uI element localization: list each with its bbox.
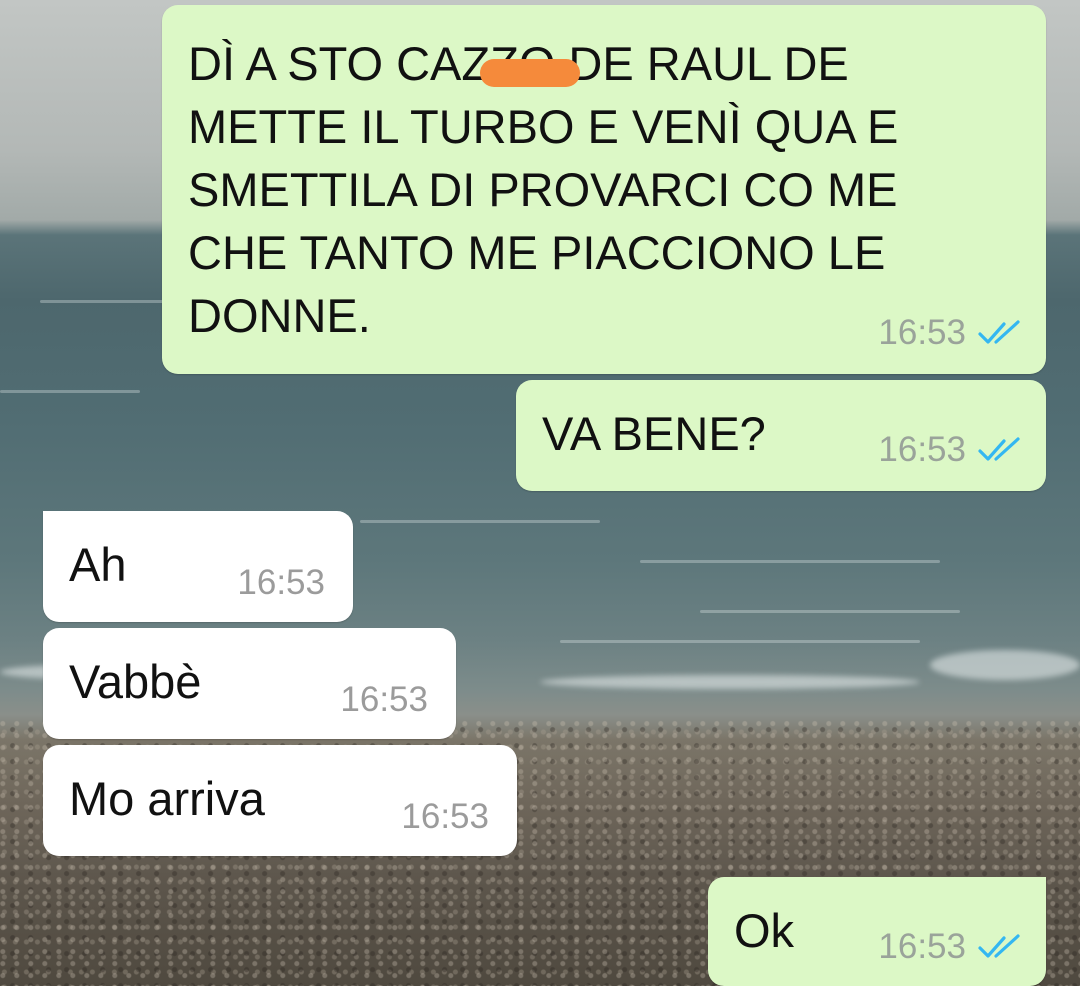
message-time: 16:53 bbox=[878, 313, 966, 352]
double-check-read-icon bbox=[978, 320, 1020, 344]
double-check-read-icon bbox=[978, 934, 1020, 958]
outgoing-message-bubble[interactable]: VA BENE? 16:53 bbox=[516, 380, 1046, 491]
redaction-mark bbox=[480, 59, 580, 87]
message-text: Ok bbox=[734, 904, 795, 957]
message-text: VA BENE? bbox=[542, 407, 766, 460]
incoming-message-bubble[interactable]: Vabbè 16:53 bbox=[43, 628, 456, 739]
double-check-read-icon bbox=[978, 437, 1020, 461]
message-time: 16:53 bbox=[401, 797, 489, 836]
message-text: DÌ A STO CAZZO DE RAUL DE METTE IL TURBO… bbox=[188, 37, 899, 342]
incoming-message-bubble[interactable]: Ah 16:53 bbox=[43, 511, 353, 622]
message-time: 16:53 bbox=[878, 927, 966, 966]
outgoing-message-bubble[interactable]: DÌ A STO CAZZO DE RAUL DE METTE IL TURBO… bbox=[162, 5, 1046, 374]
incoming-message-bubble[interactable]: Mo arriva 16:53 bbox=[43, 745, 517, 856]
outgoing-message-bubble[interactable]: Ok 16:53 bbox=[708, 877, 1046, 986]
message-time: 16:53 bbox=[878, 430, 966, 469]
message-text: Ah bbox=[69, 538, 127, 591]
message-text: Vabbè bbox=[69, 655, 202, 708]
message-text: Mo arriva bbox=[69, 772, 265, 825]
message-time: 16:53 bbox=[340, 680, 428, 719]
message-time: 16:53 bbox=[237, 563, 325, 602]
